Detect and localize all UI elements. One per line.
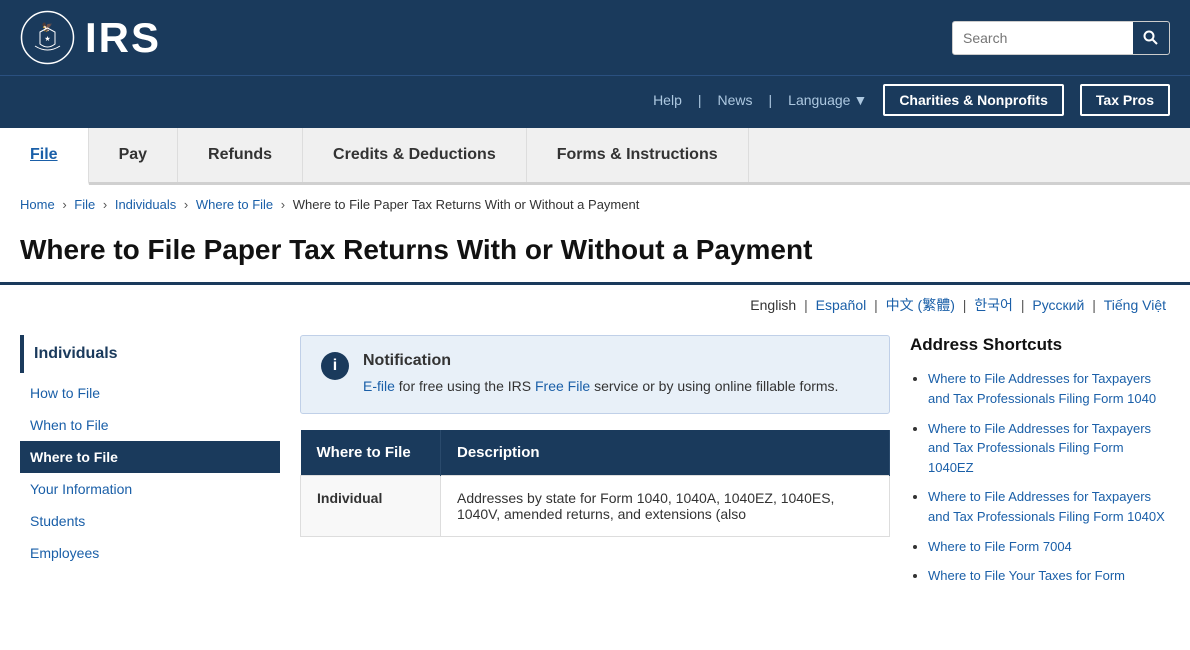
shortcut-link-1040ez[interactable]: Where to File Addresses for Taxpayers an… bbox=[928, 421, 1151, 475]
breadcrumb-home[interactable]: Home bbox=[20, 197, 55, 212]
sidebar-item-students[interactable]: Students bbox=[20, 505, 280, 537]
breadcrumb-file[interactable]: File bbox=[74, 197, 95, 212]
header-right bbox=[952, 21, 1170, 55]
shortcut-link-1040x[interactable]: Where to File Addresses for Taxpayers an… bbox=[928, 489, 1165, 524]
main-content: i Notification E-file for free using the… bbox=[300, 335, 910, 595]
language-dropdown[interactable]: Language ▼ bbox=[788, 92, 867, 108]
table-row: Individual Addresses by state for Form 1… bbox=[301, 476, 890, 537]
nav-item-file[interactable]: File bbox=[0, 128, 89, 185]
table-col-description: Description bbox=[441, 430, 890, 476]
breadcrumb-sep2: › bbox=[103, 197, 107, 212]
shortcut-link-1040[interactable]: Where to File Addresses for Taxpayers an… bbox=[928, 371, 1156, 406]
header-top: 🦅 ★ IRS bbox=[0, 0, 1190, 75]
list-item: Where to File Form 7004 bbox=[928, 537, 1170, 557]
breadcrumb-sep4: › bbox=[281, 197, 285, 212]
notification-text: E-file for free using the IRS Free File … bbox=[363, 376, 838, 397]
sidebar-item-when-to-file[interactable]: When to File bbox=[20, 409, 280, 441]
address-shortcuts-title: Address Shortcuts bbox=[910, 335, 1170, 355]
logo-area: 🦅 ★ IRS bbox=[20, 10, 161, 65]
list-item: Where to File Addresses for Taxpayers an… bbox=[928, 369, 1170, 408]
logo-text: IRS bbox=[85, 14, 161, 62]
sidebar: Individuals How to File When to File Whe… bbox=[20, 335, 300, 595]
nav-item-refunds[interactable]: Refunds bbox=[178, 128, 303, 182]
lang-russian[interactable]: Русский bbox=[1032, 297, 1084, 313]
breadcrumb: Home › File › Individuals › Where to Fil… bbox=[0, 185, 1190, 224]
breadcrumb-individuals[interactable]: Individuals bbox=[115, 197, 176, 212]
breadcrumb-sep1: › bbox=[62, 197, 66, 212]
sidebar-section-title: Individuals bbox=[20, 335, 280, 373]
tax-pros-button[interactable]: Tax Pros bbox=[1080, 84, 1170, 116]
list-item: Where to File Addresses for Taxpayers an… bbox=[928, 419, 1170, 478]
main-nav: File Pay Refunds Credits & Deductions Fo… bbox=[0, 128, 1190, 185]
irs-eagle-icon: 🦅 ★ bbox=[20, 10, 75, 65]
search-button[interactable] bbox=[1133, 21, 1169, 55]
language-switcher: English | Español | 中文 (繁體) | 한국어 | Русс… bbox=[0, 285, 1190, 325]
sidebar-item-employees[interactable]: Employees bbox=[20, 537, 280, 569]
nav-item-pay[interactable]: Pay bbox=[89, 128, 178, 182]
search-input[interactable] bbox=[953, 30, 1133, 46]
lang-english: English bbox=[750, 297, 796, 313]
charities-nonprofits-button[interactable]: Charities & Nonprofits bbox=[883, 84, 1064, 116]
content-area: Individuals How to File When to File Whe… bbox=[0, 325, 1190, 605]
notification-content: Notification E-file for free using the I… bbox=[363, 352, 838, 397]
chevron-down-icon: ▼ bbox=[853, 92, 867, 108]
nav-item-forms-instructions[interactable]: Forms & Instructions bbox=[527, 128, 749, 182]
search-icon bbox=[1143, 30, 1159, 46]
right-sidebar: Address Shortcuts Where to File Addresse… bbox=[910, 335, 1170, 595]
table-col-where-to-file: Where to File bbox=[301, 430, 441, 476]
lang-chinese[interactable]: 中文 (繁體) bbox=[886, 297, 955, 313]
info-icon: i bbox=[321, 352, 349, 380]
page-title-section: Where to File Paper Tax Returns With or … bbox=[0, 224, 1190, 285]
free-file-link[interactable]: Free File bbox=[535, 378, 590, 394]
breadcrumb-sep3: › bbox=[184, 197, 188, 212]
divider1: | bbox=[698, 92, 702, 108]
shortcut-link-7004[interactable]: Where to File Form 7004 bbox=[928, 539, 1072, 554]
breadcrumb-current: Where to File Paper Tax Returns With or … bbox=[293, 197, 640, 212]
table-cell-individual: Individual bbox=[301, 476, 441, 537]
list-item: Where to File Addresses for Taxpayers an… bbox=[928, 487, 1170, 526]
table-cell-description: Addresses by state for Form 1040, 1040A,… bbox=[441, 476, 890, 537]
shortcut-link-taxes-form[interactable]: Where to File Your Taxes for Form bbox=[928, 568, 1125, 583]
where-to-file-table: Where to File Description Individual Add… bbox=[300, 430, 890, 537]
help-link[interactable]: Help bbox=[653, 92, 682, 108]
lang-vietnamese[interactable]: Tiếng Việt bbox=[1104, 297, 1166, 313]
search-box[interactable] bbox=[952, 21, 1170, 55]
table-header-row: Where to File Description bbox=[301, 430, 890, 476]
top-nav: Help | News | Language ▼ Charities & Non… bbox=[0, 75, 1190, 128]
svg-text:★: ★ bbox=[44, 35, 50, 43]
sidebar-item-where-to-file[interactable]: Where to File bbox=[20, 441, 280, 473]
nav-item-credits-deductions[interactable]: Credits & Deductions bbox=[303, 128, 527, 182]
divider2: | bbox=[769, 92, 773, 108]
sidebar-item-your-information[interactable]: Your Information bbox=[20, 473, 280, 505]
efile-link[interactable]: E-file bbox=[363, 378, 395, 394]
address-shortcuts-list: Where to File Addresses for Taxpayers an… bbox=[910, 369, 1170, 585]
page-title: Where to File Paper Tax Returns With or … bbox=[20, 232, 1170, 268]
breadcrumb-where-to-file[interactable]: Where to File bbox=[196, 197, 273, 212]
lang-espanol[interactable]: Español bbox=[816, 297, 867, 313]
notification-box: i Notification E-file for free using the… bbox=[300, 335, 890, 414]
lang-korean[interactable]: 한국어 bbox=[974, 297, 1013, 313]
news-link[interactable]: News bbox=[718, 92, 753, 108]
notification-title: Notification bbox=[363, 352, 838, 370]
sidebar-item-how-to-file[interactable]: How to File bbox=[20, 377, 280, 409]
list-item: Where to File Your Taxes for Form bbox=[928, 566, 1170, 586]
